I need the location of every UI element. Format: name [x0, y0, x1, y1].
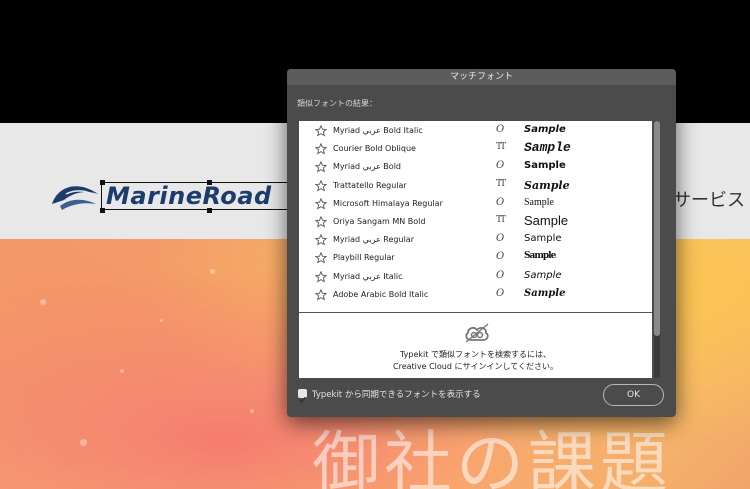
- selection-handle[interactable]: [207, 180, 212, 185]
- font-result-row[interactable]: Courier Bold Oblique TT Sample: [299, 140, 652, 160]
- selection-handle[interactable]: [100, 180, 105, 185]
- truetype-icon: TT: [496, 142, 506, 153]
- favorite-star-icon[interactable]: [315, 234, 327, 246]
- screen: MarineRoad サービス 御社の課題 マッチフォント 類似フォントの結果：…: [0, 0, 750, 489]
- font-name: Myriad عربي Bold: [333, 162, 401, 172]
- favorite-star-icon[interactable]: [315, 125, 327, 137]
- paint-speck: [120, 369, 124, 373]
- font-sample-preview: Sample: [524, 251, 556, 262]
- opentype-icon: O: [496, 160, 505, 172]
- favorite-star-icon[interactable]: [315, 216, 327, 228]
- opentype-icon: O: [496, 287, 505, 299]
- font-result-row[interactable]: Myriad عربي Bold Italic O Sample: [299, 124, 652, 142]
- paint-speck: [80, 439, 87, 446]
- font-sample-preview: Sample: [524, 124, 566, 135]
- selection-handle[interactable]: [100, 208, 105, 213]
- favorite-star-icon[interactable]: [315, 179, 327, 192]
- font-sample-preview: Sample: [524, 213, 569, 228]
- typekit-message-line1: Typekit で類似フォントを検索するには、: [400, 350, 551, 359]
- font-sample-preview: Sample: [524, 233, 562, 245]
- truetype-icon: TT: [496, 178, 506, 189]
- typekit-message-line2: Creative Cloud にサインインしてください。: [393, 362, 558, 371]
- font-result-row[interactable]: Myriad عربي Italic O Sample: [299, 270, 652, 288]
- seabird-logo-icon: [52, 186, 98, 210]
- favorite-star-icon[interactable]: [315, 161, 327, 173]
- selection-handle[interactable]: [207, 208, 212, 213]
- typekit-checkbox-label[interactable]: Typekit から同期できるフォントを表示する: [312, 388, 481, 400]
- font-result-row[interactable]: Oriya Sangam MN Bold TT Sample: [299, 213, 652, 233]
- font-name: Microsoft Himalaya Regular: [333, 198, 443, 208]
- font-name: Adobe Arabic Bold Italic: [333, 289, 429, 299]
- opentype-icon: O: [496, 251, 505, 263]
- nav-item-services[interactable]: サービス: [673, 186, 745, 212]
- font-name: Courier Bold Oblique: [333, 144, 416, 154]
- font-sample-preview: Sample: [524, 269, 562, 281]
- font-name: Myriad عربي Italic: [333, 271, 403, 281]
- typekit-checkbox[interactable]: [298, 389, 307, 403]
- font-sample-preview: Sample: [524, 196, 554, 208]
- font-name: Trattatello Regular: [333, 180, 407, 190]
- font-result-row[interactable]: Trattatello Regular TT Sample: [299, 179, 652, 197]
- favorite-star-icon[interactable]: [315, 197, 327, 210]
- favorite-star-icon[interactable]: [315, 252, 327, 264]
- font-results-list[interactable]: Myriad عربي Bold Italic O Sample Courier Bo…: [299, 121, 652, 378]
- font-name: Playbill Regular: [333, 253, 395, 263]
- font-name: Myriad عربي Regular: [333, 235, 414, 245]
- results-label: 類似フォントの結果：: [297, 99, 377, 108]
- font-name: Oriya Sangam MN Bold: [333, 217, 426, 226]
- font-sample-preview: Sample: [524, 287, 566, 299]
- truetype-icon: TT: [496, 215, 506, 225]
- font-result-row[interactable]: Adobe Arabic Bold Italic O Sample: [299, 288, 652, 306]
- dialog-title: マッチフォント: [287, 69, 676, 85]
- checkmark-icon: [299, 396, 307, 403]
- font-name: Myriad عربي Bold Italic: [333, 126, 423, 135]
- font-result-row[interactable]: Myriad عربي Bold O Sample: [299, 160, 652, 178]
- list-scrollbar[interactable]: [654, 121, 660, 378]
- font-sample-preview: Sample: [524, 178, 570, 192]
- paint-speck: [210, 269, 215, 274]
- opentype-icon: O: [496, 233, 505, 245]
- font-result-row[interactable]: Playbill Regular O Sample: [299, 251, 652, 269]
- opentype-icon: O: [496, 124, 505, 135]
- font-sample-preview: Sample: [524, 160, 566, 172]
- scrollbar-thumb[interactable]: [654, 121, 660, 336]
- font-sample-preview: Sample: [524, 140, 571, 156]
- paint-speck: [160, 319, 163, 322]
- ok-button[interactable]: OK: [603, 384, 664, 406]
- list-divider: [299, 312, 652, 313]
- hero-title: 御社の課題: [312, 425, 673, 489]
- paint-speck: [250, 409, 254, 413]
- opentype-icon: O: [496, 196, 505, 208]
- creative-cloud-icon: [465, 323, 489, 343]
- match-font-dialog: マッチフォント 類似フォントの結果： Myriad عربي Bold Ital…: [287, 69, 676, 417]
- font-result-row[interactable]: Myriad عربي Regular O Sample: [299, 233, 652, 251]
- opentype-icon: O: [496, 269, 505, 281]
- paint-speck: [40, 299, 46, 305]
- favorite-star-icon[interactable]: [315, 288, 327, 301]
- favorite-star-icon[interactable]: [315, 143, 327, 155]
- font-result-row[interactable]: Microsoft Himalaya Regular O Sample: [299, 197, 652, 215]
- favorite-star-icon[interactable]: [315, 270, 327, 283]
- site-logo[interactable]: MarineRoad: [50, 178, 320, 214]
